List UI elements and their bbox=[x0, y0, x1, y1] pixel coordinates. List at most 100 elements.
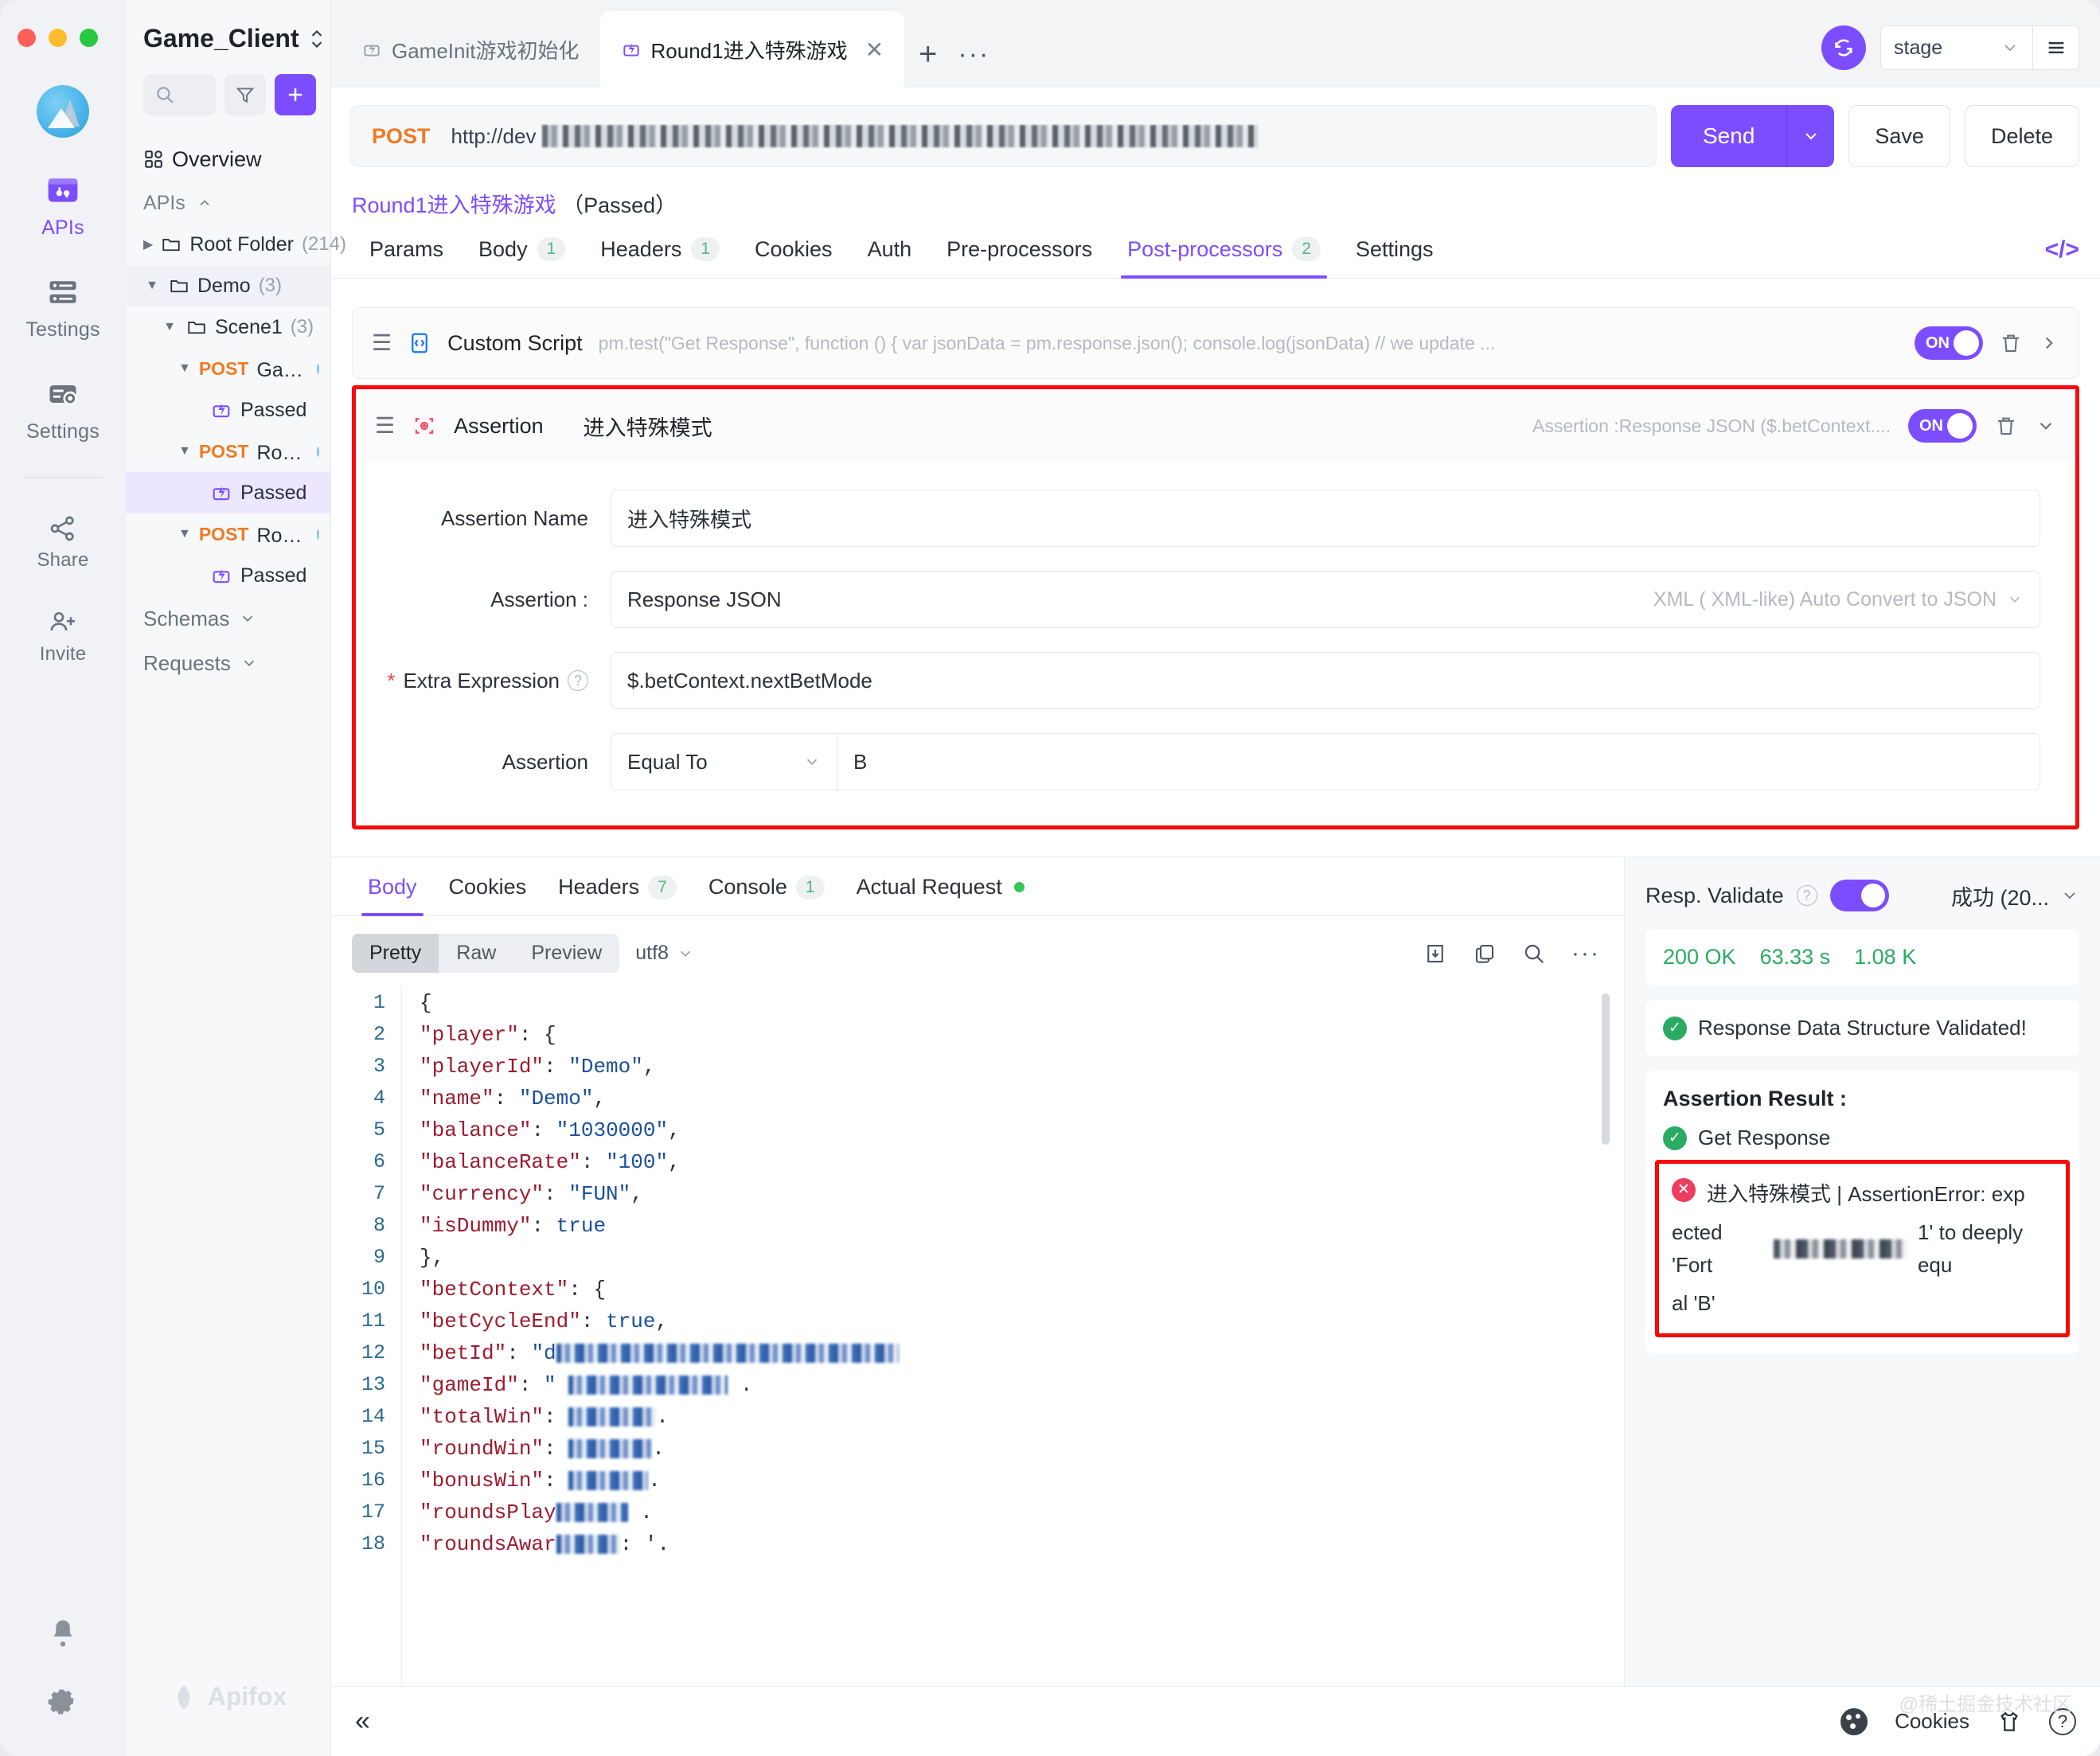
ellipsis-icon[interactable]: ··· bbox=[958, 41, 989, 68]
save-button[interactable]: Save bbox=[1848, 105, 1950, 167]
environment-menu-button[interactable] bbox=[2032, 26, 2079, 69]
drag-handle-icon[interactable]: ☰ bbox=[375, 415, 395, 437]
url-input-wrap[interactable]: POST http://dev bbox=[350, 105, 1657, 167]
editor-scrollbar[interactable] bbox=[1602, 987, 1610, 1686]
tree-row-request-round1[interactable]: ▼ POST Round1进入特殊游戏... bbox=[126, 431, 330, 472]
tab-auth[interactable]: Auth bbox=[850, 237, 930, 278]
assertion-toggle[interactable]: ON bbox=[1908, 409, 1977, 443]
response-tab-actual-request[interactable]: Actual Request bbox=[841, 875, 1040, 915]
search-icon[interactable] bbox=[1522, 942, 1546, 966]
view-mode-pretty[interactable]: Pretty bbox=[352, 934, 439, 973]
tab-post-processors[interactable]: Post-processors 2 bbox=[1110, 237, 1338, 279]
question-icon[interactable]: ? bbox=[568, 670, 588, 691]
chevron-right-icon[interactable] bbox=[2039, 333, 2059, 353]
double-chevron-left-icon[interactable]: « bbox=[355, 1706, 370, 1737]
add-button[interactable] bbox=[275, 74, 316, 115]
validate-status-dropdown[interactable]: 成功 (20... bbox=[1951, 880, 2079, 911]
sidebar-item-overview[interactable]: Overview bbox=[126, 136, 330, 182]
assertion-operator-select[interactable]: Equal To bbox=[611, 733, 837, 790]
trash-icon[interactable] bbox=[1994, 414, 2018, 438]
rail-item-share[interactable]: Share bbox=[0, 513, 126, 572]
tree-row-request-gameinit[interactable]: ▼ POST GameInit游戏初始化... bbox=[126, 348, 330, 389]
view-mode-preview[interactable]: Preview bbox=[513, 934, 619, 973]
rail-item-settings[interactable]: Settings bbox=[0, 377, 126, 443]
close-icon[interactable]: ✕ bbox=[865, 37, 884, 63]
avatar[interactable] bbox=[37, 85, 89, 138]
tab-cookies[interactable]: Cookies bbox=[737, 237, 850, 278]
close-window-button[interactable] bbox=[18, 29, 36, 47]
send-options-button[interactable] bbox=[1786, 105, 1835, 167]
cookie-icon[interactable] bbox=[1840, 1707, 1868, 1735]
maximize-window-button[interactable] bbox=[80, 29, 98, 47]
ellipsis-icon[interactable]: ··· bbox=[1571, 941, 1600, 966]
gear-icon[interactable] bbox=[46, 1688, 80, 1721]
assertion-expected-value-input[interactable]: B bbox=[837, 733, 2040, 790]
drag-handle-icon[interactable]: ☰ bbox=[372, 332, 392, 354]
sidebar-section-schemas[interactable]: Schemas bbox=[126, 596, 330, 641]
delete-button[interactable]: Delete bbox=[1964, 105, 2079, 167]
project-switcher[interactable]: Game_Client bbox=[126, 0, 330, 53]
response-tab-console[interactable]: Console 1 bbox=[693, 875, 841, 915]
tree-row-request-round2[interactable]: ▼ POST Round2特殊游戏奖励... bbox=[126, 513, 330, 555]
chevron-down-icon[interactable]: ▼ bbox=[178, 361, 191, 376]
code-token: , bbox=[642, 1055, 656, 1079]
source-hint[interactable]: XML ( XML-like) Auto Convert to JSON bbox=[1653, 588, 2024, 611]
sidebar-group-apis[interactable]: APIs bbox=[126, 182, 330, 224]
tree-row-scene1[interactable]: ▼ Scene1 (3) bbox=[126, 306, 330, 348]
search-input[interactable] bbox=[182, 84, 205, 105]
environment-dropdown[interactable]: stage bbox=[1881, 26, 2032, 69]
line-number: 3 bbox=[373, 1055, 385, 1078]
rail-item-invite[interactable]: Invite bbox=[0, 607, 126, 665]
sync-button[interactable] bbox=[1821, 25, 1866, 70]
chevron-down-icon[interactable] bbox=[2036, 416, 2056, 436]
tree-row-case-passed-1[interactable]: Passed bbox=[126, 389, 330, 431]
tab-headers[interactable]: Headers 1 bbox=[583, 237, 737, 278]
code-brackets-icon[interactable]: </> bbox=[2045, 236, 2079, 278]
response-code-editor[interactable]: 1 2 3 4 5 6 7 8 9 10 11 12 13 14 15 16 17 18 { "player": … bbox=[331, 987, 1624, 1686]
rail-item-testings[interactable]: Testings bbox=[0, 275, 126, 341]
assertion-name-input[interactable]: 进入特殊模式 bbox=[611, 490, 2040, 547]
chevron-right-icon[interactable]: ▶ bbox=[143, 236, 153, 252]
tab-params[interactable]: Params bbox=[352, 237, 461, 278]
send-button[interactable]: Send bbox=[1671, 105, 1787, 167]
chevron-down-icon[interactable]: ▼ bbox=[143, 279, 161, 293]
extra-expression-input[interactable]: $.betContext.nextBetMode bbox=[611, 652, 2040, 709]
tab-settings[interactable]: Settings bbox=[1338, 237, 1451, 278]
processor-toggle[interactable]: ON bbox=[1915, 326, 1983, 360]
response-tab-body[interactable]: Body bbox=[352, 875, 433, 916]
url-input[interactable]: http://dev bbox=[451, 124, 1259, 149]
tab-gameinit[interactable]: GameInit游戏初始化 bbox=[341, 11, 600, 88]
sidebar-section-requests[interactable]: Requests bbox=[126, 641, 330, 685]
tabstrip-actions: + ··· bbox=[919, 38, 989, 70]
trash-icon[interactable] bbox=[1999, 331, 2023, 355]
download-icon[interactable] bbox=[1423, 942, 1447, 966]
tree-row-demo[interactable]: ▼ Demo (3) bbox=[126, 265, 330, 306]
tab-body[interactable]: Body 1 bbox=[461, 237, 583, 278]
view-mode-raw[interactable]: Raw bbox=[439, 934, 513, 973]
response-tab-cookies[interactable]: Cookies bbox=[433, 875, 543, 915]
chevron-down-icon[interactable]: ▼ bbox=[178, 444, 191, 459]
tree-row-case-passed-2[interactable]: Passed bbox=[126, 472, 330, 513]
tab-pre-processors[interactable]: Pre-processors bbox=[929, 237, 1110, 278]
assertion-source-input[interactable]: Response JSON XML ( XML-like) Auto Conve… bbox=[611, 571, 2040, 628]
search-input-wrap[interactable] bbox=[143, 74, 216, 115]
copy-icon[interactable] bbox=[1473, 942, 1497, 966]
tree-count: (3) bbox=[290, 316, 314, 338]
tab-round1[interactable]: Round1进入特殊游戏 ✕ bbox=[599, 11, 905, 88]
code-lines[interactable]: { "player": { "playerId": "Demo", "name"… bbox=[401, 987, 1624, 1686]
tree-row-case-passed-3[interactable]: Passed bbox=[126, 555, 330, 596]
validate-toggle[interactable] bbox=[1829, 880, 1889, 911]
case-icon bbox=[361, 39, 382, 60]
question-icon[interactable]: ? bbox=[1796, 885, 1817, 906]
bell-icon[interactable] bbox=[46, 1617, 80, 1651]
breadcrumb-link[interactable]: Round1进入特殊游戏 bbox=[352, 193, 556, 217]
encoding-dropdown[interactable]: utf8 bbox=[635, 942, 694, 965]
plus-icon[interactable]: + bbox=[919, 38, 937, 70]
rail-item-apis[interactable]: APIs bbox=[0, 173, 126, 240]
tree-row-root-folder[interactable]: ▶ Root Folder (214) bbox=[126, 224, 346, 265]
minimize-window-button[interactable] bbox=[49, 29, 67, 47]
chevron-down-icon[interactable]: ▼ bbox=[178, 527, 191, 541]
response-tab-headers[interactable]: Headers 7 bbox=[542, 875, 693, 915]
chevron-down-icon[interactable]: ▼ bbox=[161, 320, 178, 334]
filter-button[interactable] bbox=[224, 74, 266, 115]
